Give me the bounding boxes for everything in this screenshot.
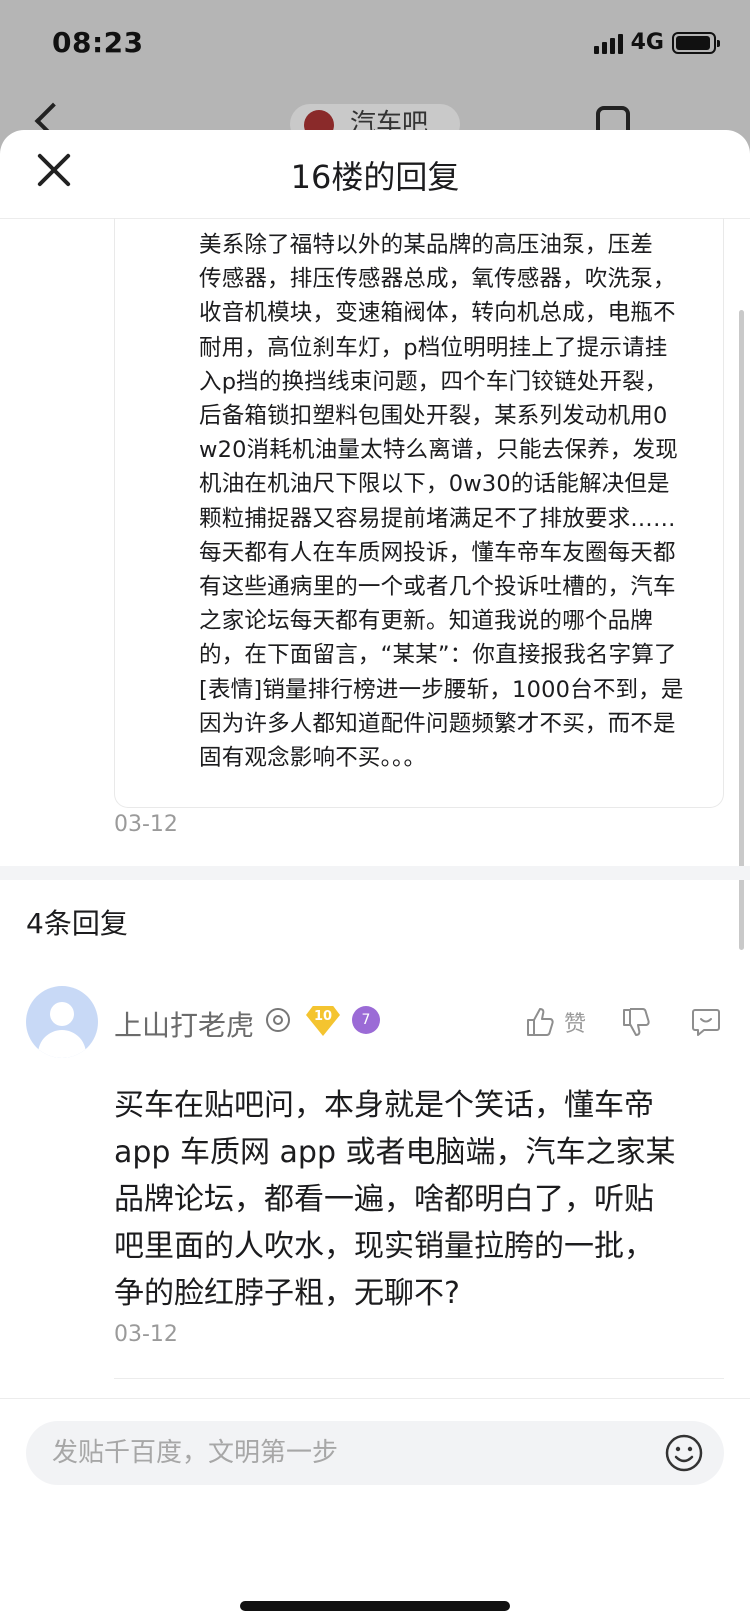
status-indicators: 4G [593, 30, 720, 55]
emoji-button[interactable] [664, 1433, 704, 1473]
like-label: 赞 [564, 1012, 587, 1037]
section-divider [0, 866, 750, 880]
reply-sheet: 16楼的回复 美系除了福特以外的某品牌的高压油泵，压差 传感器，排压传感器总成，… [0, 130, 750, 1624]
reply-count: 4条回复 [26, 907, 128, 940]
reply-input[interactable] [26, 1421, 724, 1485]
scrollbar[interactable] [739, 310, 744, 950]
comment-icon [692, 1009, 720, 1036]
avatar[interactable] [26, 986, 98, 1058]
input-bar [0, 1398, 750, 1624]
divider [114, 1378, 724, 1379]
thumbs-down-icon [623, 1008, 650, 1036]
quoted-post-text: 美系除了福特以外的某品牌的高压油泵，压差 传感器，排压传感器总成，氧传感器，吹洗… [199, 232, 684, 772]
emoji-icon [665, 1434, 703, 1472]
status-time: 08:23 [52, 26, 144, 59]
reply-username[interactable]: 上山打老虎 [114, 1004, 254, 1044]
thumbs-up-icon [527, 1008, 554, 1036]
sheet-title: 16楼的回复 [290, 158, 460, 196]
reply-date: 03-12 [114, 1322, 178, 1347]
dislike-button[interactable] [620, 1006, 652, 1038]
reply-text: 买车在贴吧问，本身就是个笑话，懂车帝 app 车质网 app 或者电脑端，汽车之… [114, 1088, 676, 1311]
battery-icon [672, 31, 720, 54]
signal-icon [593, 32, 623, 54]
sheet-header: 16楼的回复 [0, 130, 750, 219]
comment-button[interactable] [690, 1006, 722, 1038]
status-bar: 08:23 4G [0, 0, 750, 90]
like-button[interactable]: 赞 [524, 1006, 586, 1038]
verified-icon [266, 1008, 290, 1032]
network-type: 4G [630, 30, 664, 55]
quoted-post-card: 美系除了福特以外的某品牌的高压油泵，压差 传感器，排压传感器总成，氧传感器，吹洗… [114, 218, 724, 808]
level-badge: 10 [306, 1006, 340, 1036]
fan-level-badge: 7 [352, 1006, 380, 1034]
home-indicator[interactable] [240, 1601, 510, 1611]
quoted-post-date: 03-12 [114, 812, 178, 837]
